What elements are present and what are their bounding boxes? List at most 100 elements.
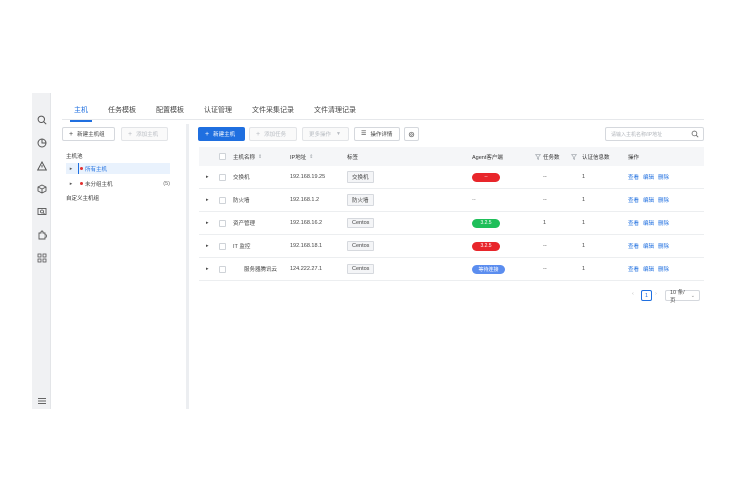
settings-button[interactable] (404, 127, 419, 141)
warning-icon[interactable] (36, 160, 47, 171)
edit-link[interactable]: 编辑 (643, 265, 654, 273)
tab-task-templates[interactable]: 任务模板 (108, 102, 136, 119)
tree-item-ungrouped-hosts[interactable]: ▸ 未分组主机 (5) (66, 178, 170, 189)
view-link[interactable]: 查看 (628, 265, 639, 273)
view-link[interactable]: 查看 (628, 242, 639, 250)
page-size-select[interactable]: 10 条/页 ⌄ (665, 290, 700, 304)
cube-icon[interactable] (36, 183, 47, 194)
row-checkbox[interactable] (219, 166, 226, 188)
filter-icon[interactable] (565, 147, 577, 166)
delete-link[interactable]: 删除 (658, 196, 669, 204)
group-count: (5) (163, 180, 170, 187)
image-search-icon[interactable] (36, 206, 47, 217)
row-checkbox[interactable] (219, 258, 226, 280)
view-link[interactable]: 查看 (628, 219, 639, 227)
cell-tag: 交换机 (347, 166, 374, 188)
cell-auth-count: 1 (582, 174, 586, 180)
cell-tag: 防火墙 (347, 189, 374, 211)
table-row[interactable]: ▸ 服务器腾讯云 124.222.27.1 Centos 等待连接 -- 1 查… (199, 258, 704, 281)
more-actions-dropdown[interactable]: 更多操作 ▼ (302, 127, 349, 141)
view-link[interactable]: 查看 (628, 196, 639, 204)
cell-agent: 3.2.5 (472, 212, 500, 234)
cell-host-name: 交换机 (233, 175, 250, 181)
agent-status-badge: 3.2.5 (472, 241, 500, 251)
expand-row-icon[interactable]: ▸ (206, 166, 209, 188)
delete-link[interactable]: 删除 (658, 265, 669, 273)
prev-page-icon[interactable]: ‹ (632, 291, 634, 297)
table-row[interactable]: ▸ 交换机 192.168.19.25 交换机 -- -- 1 查看 编辑 删除 (199, 166, 704, 189)
edit-link[interactable]: 编辑 (643, 242, 654, 250)
sort-icon[interactable]: ⇕ (258, 154, 262, 160)
tab-file-cleanup-records[interactable]: 文件清理记录 (314, 102, 356, 119)
tree-item-all-hosts[interactable]: ▸ 所有主机 (66, 163, 170, 174)
cell-actions: 查看 编辑 删除 (628, 235, 673, 257)
cell-auth-count: 1 (582, 243, 586, 249)
cell-tag: Centos (347, 235, 375, 257)
cell-ip: 124.222.27.1 (290, 266, 323, 272)
main-tabs: 主机 任务模板 配置模板 认证管理 文件采集记录 文件清理记录 (62, 102, 704, 122)
add-host-button-disabled[interactable]: + 添加主机 (121, 127, 168, 141)
expand-row-icon[interactable]: ▸ (206, 189, 209, 211)
search-icon[interactable] (36, 114, 47, 125)
puzzle-icon[interactable] (36, 229, 47, 240)
page-number-current[interactable]: 1 (641, 290, 652, 301)
col-ip[interactable]: IP地址 ⇕ (290, 147, 313, 166)
cell-auth-count: 1 (582, 266, 586, 272)
expand-row-icon[interactable]: ▸ (206, 212, 209, 234)
tab-auth-management[interactable]: 认证管理 (204, 102, 232, 119)
next-page-icon[interactable]: › (655, 291, 657, 297)
panel-divider[interactable] (186, 124, 189, 409)
col-host-name[interactable]: 主机名称 ⇕ (233, 147, 262, 166)
row-checkbox[interactable] (219, 212, 226, 234)
filter-icon[interactable] (529, 147, 541, 166)
sort-icon[interactable]: ⇕ (309, 154, 313, 160)
new-host-group-button[interactable]: + 新建主机组 (62, 127, 115, 141)
select-all-checkbox[interactable] (219, 147, 226, 166)
host-search-input[interactable]: 请输入主机名称/IP地址 (605, 127, 704, 141)
row-checkbox[interactable] (219, 235, 226, 257)
expand-row-icon[interactable]: ▸ (206, 235, 209, 257)
hosts-table: 主机名称 ⇕ IP地址 ⇕ 标签 Agent客户端 任务数 认证信息数 操作 ▸ 交… (199, 147, 704, 281)
search-icon[interactable] (691, 130, 699, 138)
edit-link[interactable]: 编辑 (643, 196, 654, 204)
tag-badge: Centos (347, 241, 375, 251)
table-row[interactable]: ▸ IT 监控 192.168.18.1 Centos 3.2.5 -- 1 查… (199, 235, 704, 258)
view-link[interactable]: 查看 (628, 173, 639, 181)
table-row[interactable]: ▸ 防火墙 192.168.1.2 防火墙 -- -- 1 查看 编辑 删除 (199, 189, 704, 212)
operation-details-button[interactable]: ☰ 操作详情 (354, 127, 400, 141)
cell-host-name: 服务器腾讯云 (244, 267, 278, 273)
plus-icon: + (69, 130, 74, 138)
cell-ip: 192.168.19.25 (290, 174, 326, 180)
edit-link[interactable]: 编辑 (643, 173, 654, 181)
plus-icon: + (128, 130, 133, 138)
grid-nodes-icon[interactable] (36, 252, 47, 263)
status-dot (80, 167, 83, 170)
cell-task-count: -- (543, 174, 547, 180)
col-agent: Agent客户端 (472, 154, 503, 161)
tab-config-templates[interactable]: 配置模板 (156, 102, 184, 119)
edit-link[interactable]: 编辑 (643, 219, 654, 227)
cell-host-name: IT 监控 (233, 244, 251, 250)
tab-file-collection-records[interactable]: 文件采集记录 (252, 102, 294, 119)
chevron-down-icon: ⌄ (690, 292, 695, 299)
cell-actions: 查看 编辑 删除 (628, 189, 673, 211)
row-checkbox[interactable] (219, 189, 226, 211)
caret-right-icon[interactable]: ▸ (66, 181, 76, 187)
cell-host-name: 防火墙 (233, 198, 250, 204)
delete-link[interactable]: 删除 (658, 242, 669, 250)
delete-link[interactable]: 删除 (658, 219, 669, 227)
delete-link[interactable]: 删除 (658, 173, 669, 181)
plus-icon: + (256, 130, 261, 138)
add-task-button-disabled[interactable]: + 添加任务 (249, 127, 297, 141)
tab-hosts[interactable]: 主机 (70, 102, 92, 122)
table-row[interactable]: ▸ 资产管理 192.168.16.2 Centos 3.2.5 1 1 查看 … (199, 212, 704, 235)
caret-right-icon[interactable]: ▸ (66, 166, 76, 172)
menu-list-icon[interactable] (36, 395, 47, 406)
menu-icon-partial[interactable] (36, 94, 47, 99)
cell-auth-count: 1 (582, 220, 586, 226)
new-host-button[interactable]: + 新建主机 (198, 127, 245, 141)
pie-chart-icon[interactable] (36, 137, 47, 148)
table-header: 主机名称 ⇕ IP地址 ⇕ 标签 Agent客户端 任务数 认证信息数 操作 (199, 147, 704, 166)
icon-rail (32, 93, 51, 409)
expand-row-icon[interactable]: ▸ (206, 258, 209, 280)
